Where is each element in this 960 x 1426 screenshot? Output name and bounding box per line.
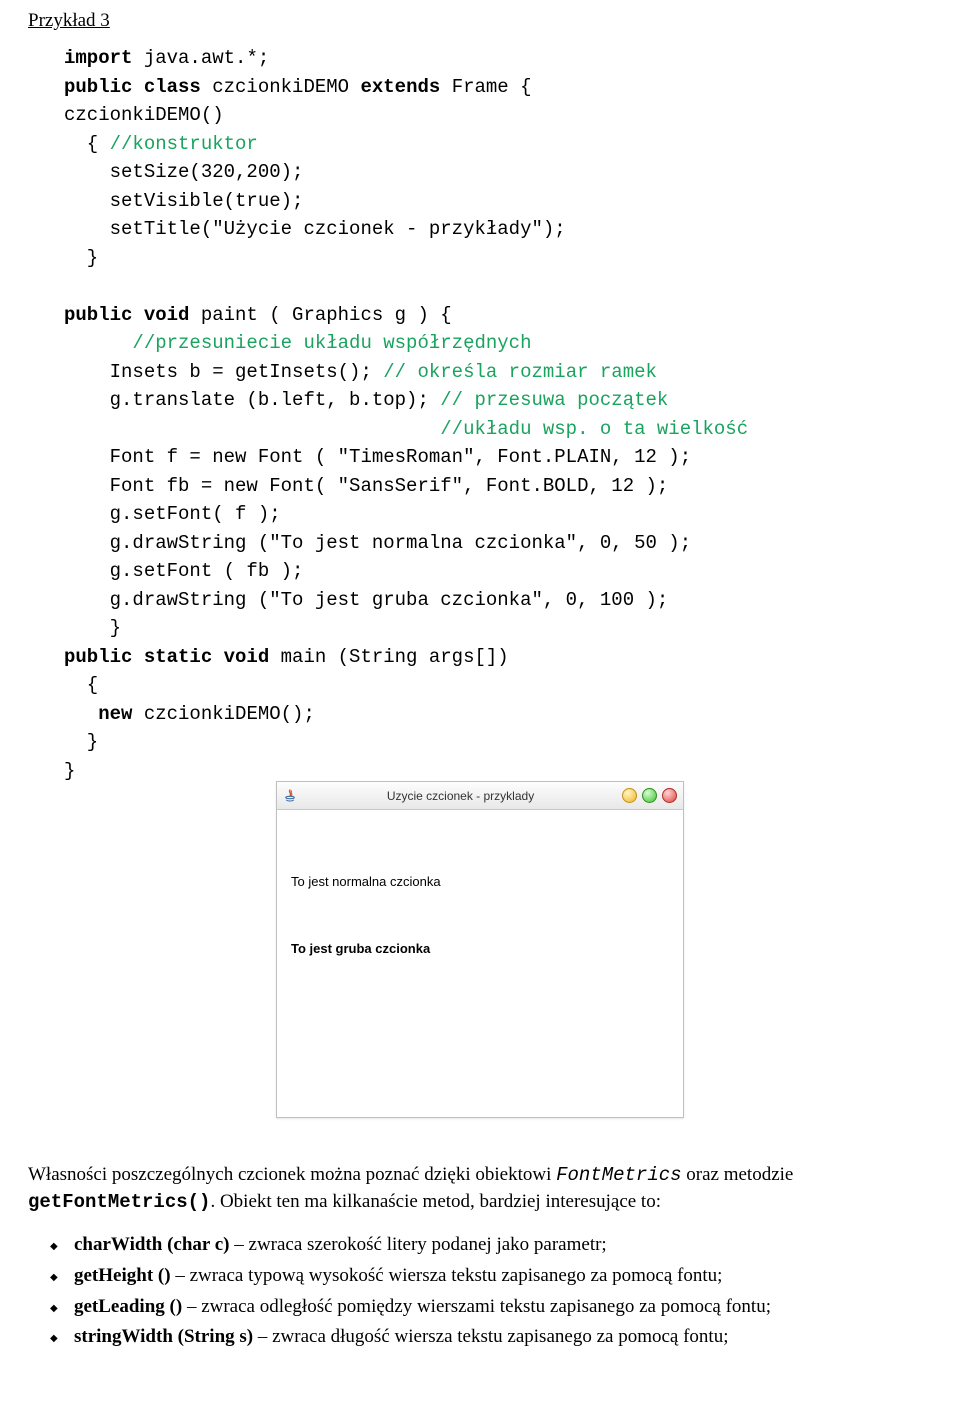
window-title: Uzycie czcionek - przyklady [299, 789, 622, 803]
window-titlebar: Uzycie czcionek - przyklady [277, 782, 683, 810]
code-text: Frame { [440, 76, 531, 98]
code-text: { [64, 674, 98, 696]
kw-psvm: public static void [64, 646, 269, 668]
list-item: charWidth (char c) – zwraca szerokość li… [50, 1233, 932, 1258]
code-text: g.setFont( f ); [64, 503, 281, 525]
code-text: } [64, 617, 121, 639]
window-text-bold: To jest gruba czcionka [291, 941, 669, 956]
code-text: Font f = new Font ( "TimesRoman", Font.P… [64, 446, 691, 468]
code-text: czcionkiDEMO() [64, 104, 224, 126]
method-desc: – zwraca długość wiersza tekstu zapisane… [253, 1326, 728, 1347]
method-name: getFontMetrics() [28, 1191, 210, 1213]
list-item: getHeight () – zwraca typową wysokość wi… [50, 1264, 932, 1289]
code-text: Insets b = getInsets(); [64, 361, 383, 383]
java-icon [281, 787, 299, 805]
code-text: g.drawString ("To jest gruba czcionka", … [64, 589, 668, 611]
kw-extends: extends [360, 76, 440, 98]
window-buttons [622, 788, 677, 803]
method-desc: – zwraca typową wysokość wiersza tekstu … [171, 1265, 723, 1286]
code-text: Font fb = new Font( "SansSerif", Font.BO… [64, 475, 668, 497]
kw-new: new [64, 703, 132, 725]
code-comment: //przesuniecie układu współrzędnych [64, 332, 531, 354]
demo-window: Uzycie czcionek - przyklady To jest norm… [276, 781, 684, 1118]
code-text: { [64, 133, 110, 155]
code-text: java.awt.*; [132, 47, 269, 69]
code-text: g.translate (b.left, b.top); [64, 389, 440, 411]
method-name: getHeight () [74, 1265, 171, 1286]
para-text: Własności poszczególnych czcionek można … [28, 1164, 556, 1185]
object-name: FontMetrics [556, 1164, 681, 1186]
code-text: czcionkiDEMO(); [132, 703, 314, 725]
para-text: oraz metodzie [682, 1164, 794, 1185]
code-block: import java.awt.*; public class czcionki… [64, 44, 932, 785]
para-text: . Obiekt ten ma kilkanaście metod, bardz… [210, 1191, 661, 1212]
code-text: paint ( Graphics g ) { [189, 304, 451, 326]
minimize-button[interactable] [622, 788, 637, 803]
list-item: getLeading () – zwraca odległość pomiędz… [50, 1295, 932, 1320]
method-name: getLeading () [74, 1296, 182, 1317]
window-text-normal: To jest normalna czcionka [291, 874, 669, 889]
code-text: czcionkiDEMO [201, 76, 361, 98]
paragraph-fontmetrics: Własności poszczególnych czcionek można … [28, 1162, 932, 1215]
methods-list: charWidth (char c) – zwraca szerokość li… [50, 1233, 932, 1350]
code-text: setSize(320,200); [64, 161, 303, 183]
method-name: stringWidth (String s) [74, 1326, 253, 1347]
close-button[interactable] [662, 788, 677, 803]
code-text: setVisible(true); [64, 190, 303, 212]
code-text: g.setFont ( fb ); [64, 560, 303, 582]
code-comment: // przesuwa początek [440, 389, 668, 411]
window-body: To jest normalna czcionka To jest gruba … [277, 810, 683, 966]
code-text: setTitle("Użycie czcionek - przykłady"); [64, 218, 566, 240]
code-comment: //konstruktor [110, 133, 258, 155]
code-comment: //układu wsp. o ta wielkość [64, 418, 748, 440]
example-heading: Przykład 3 [28, 10, 932, 32]
code-text: } [64, 731, 98, 753]
code-comment: // określa rozmiar ramek [383, 361, 657, 383]
kw-public-void: public void [64, 304, 189, 326]
method-name: charWidth (char c) [74, 1234, 230, 1255]
code-text: } [64, 247, 98, 269]
method-desc: – zwraca odległość pomiędzy wierszami te… [182, 1296, 771, 1317]
kw-public-class: public class [64, 76, 201, 98]
kw-import: import [64, 47, 132, 69]
list-item: stringWidth (String s) – zwraca długość … [50, 1325, 932, 1350]
code-text: g.drawString ("To jest normalna czcionka… [64, 532, 691, 554]
code-text: } [64, 760, 75, 782]
method-desc: – zwraca szerokość litery podanej jako p… [230, 1234, 607, 1255]
maximize-button[interactable] [642, 788, 657, 803]
code-text: main (String args[]) [269, 646, 508, 668]
